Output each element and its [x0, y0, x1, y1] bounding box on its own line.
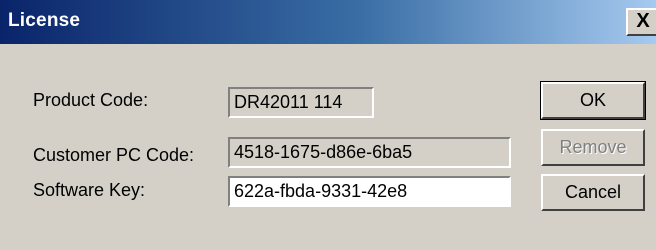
software-key-label: Software Key:: [33, 180, 145, 201]
product-code-label: Product Code:: [33, 90, 148, 111]
software-key-input[interactable]: 622a-fbda-9331-42e8: [228, 176, 511, 207]
window-title: License: [8, 10, 81, 31]
title-bar[interactable]: License X: [0, 0, 656, 44]
remove-button[interactable]: Remove: [541, 129, 645, 166]
software-key-label-text: Software Key:: [33, 180, 146, 200]
product-code-label-text: Product Code:: [33, 90, 149, 110]
customer-pc-code-label: Customer PC Code:: [33, 145, 194, 166]
customer-pc-code-field[interactable]: 4518-1675-d86e-6ba5: [228, 137, 511, 168]
product-code-field[interactable]: DR42011 114: [228, 87, 374, 118]
license-dialog: License X Product Code: DR42011 114 Cust…: [0, 0, 656, 250]
customer-pc-code-label-text: Customer PC Code:: [33, 145, 195, 165]
close-button[interactable]: X: [626, 8, 656, 36]
ok-button[interactable]: OK: [540, 81, 646, 120]
cancel-button[interactable]: Cancel: [541, 174, 645, 211]
close-icon: X: [636, 10, 650, 32]
